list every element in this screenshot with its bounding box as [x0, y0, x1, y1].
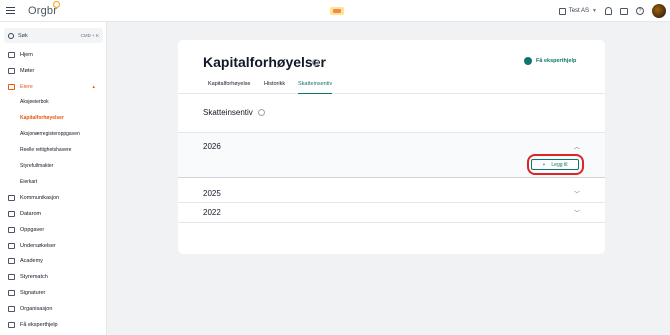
sidebar-item-moter[interactable]: Møter — [0, 65, 107, 77]
sidebar-item-label: Undersøkelser — [20, 243, 56, 249]
chevron-up-icon: ▴ — [92, 84, 95, 90]
search-input[interactable]: Søk CMD + K — [4, 28, 103, 43]
building-icon — [558, 7, 566, 15]
chevron-down-icon: ﹀ — [573, 192, 580, 198]
sidebar-item-label: Kommunikasjon — [20, 195, 60, 201]
sidebar-item-label: Signaturer — [20, 290, 46, 296]
sidebar-sub-aksjeeierbok[interactable]: Aksjeeierbok — [20, 97, 49, 107]
highlight-outline — [527, 154, 584, 175]
sidebar-item-styrematch[interactable]: Styrematch — [0, 271, 107, 283]
sidebar-sub-styrefullmakter[interactable]: Styrefullmakter — [20, 161, 53, 171]
sidebar-sub-aksjonaerregisteroppgaven[interactable]: Aksjonærregisteroppgaven — [20, 129, 80, 139]
sidebar-item-organisasjon[interactable]: Organisasjon — [0, 303, 107, 315]
year-label[interactable]: 2026 — [203, 142, 221, 151]
sidebar: Søk CMD + K Hjem Møter Eiere ▴ Aksjeeierb… — [0, 22, 107, 335]
sidebar-item-label: Organisasjon — [20, 306, 53, 312]
page-title: Kapitalforhøyelser — [203, 54, 326, 70]
year-panel-2025[interactable]: 2025 ﹀ — [178, 184, 605, 203]
expert-help-link[interactable]: Få eksperthjelp — [524, 57, 576, 65]
sidebar-item-datarom[interactable]: Datarom — [0, 208, 107, 220]
avatar[interactable] — [652, 4, 666, 18]
sidebar-item-academy[interactable]: Academy — [0, 255, 107, 267]
chat-icon[interactable] — [620, 7, 628, 15]
signature-icon — [8, 290, 15, 296]
sidebar-item-eiere[interactable]: Eiere ▴ — [0, 81, 107, 93]
tab-bar: Kapitalforhøyelse Historikk Skatteinsent… — [178, 78, 605, 94]
users-icon — [8, 84, 15, 90]
sidebar-item-label: Academy — [20, 258, 43, 264]
caret-down-icon: ▼ — [592, 8, 597, 14]
sidebar-sub-kapitalforhoyelser[interactable]: Kapitalforhøyelser — [20, 113, 64, 123]
sidebar-item-label: Hjem — [20, 52, 33, 58]
top-bar: Orgbr Test AS ▼ ? — [0, 0, 670, 22]
year-panel-2026: 2026 ︿ + Legg til — [178, 132, 605, 178]
sidebar-item-signaturer[interactable]: Signaturer — [0, 287, 107, 299]
sidebar-item-kommunikasjon[interactable]: Kommunikasjon — [0, 192, 107, 204]
sidebar-sub-reelle-rettighetshavere[interactable]: Reelle rettighetshavere — [20, 145, 71, 155]
bell-icon[interactable] — [605, 7, 612, 15]
sidebar-item-hjem[interactable]: Hjem — [0, 49, 107, 61]
sidebar-item-eksperthjelp[interactable]: Få eksperthjelp — [0, 319, 107, 331]
location-pin-icon — [524, 57, 532, 65]
section-title: Skatteinsentiv — [203, 108, 253, 117]
company-name: Test AS — [568, 8, 590, 14]
tab-kapitalforhoyelse[interactable]: Kapitalforhøyelse — [208, 81, 251, 94]
tab-skatteinsentiv[interactable]: Skatteinsentiv — [298, 81, 333, 94]
year-panel-2022[interactable]: 2022 ﹀ — [178, 204, 605, 223]
company-switcher[interactable]: Test AS ▼ — [558, 7, 597, 15]
gavel-icon — [8, 68, 15, 74]
survey-icon — [8, 243, 15, 249]
chevron-down-icon: ﹀ — [573, 211, 580, 217]
logo[interactable]: Orgbr — [28, 0, 61, 17]
search-placeholder: Søk — [18, 32, 28, 39]
sidebar-sub-eierkart[interactable]: Eierkart — [20, 177, 37, 187]
message-icon — [8, 195, 15, 201]
chevron-up-icon[interactable]: ︿ — [574, 142, 580, 151]
year-label: 2025 — [203, 189, 221, 198]
sidebar-item-undersokelser[interactable]: Undersøkelser — [0, 240, 107, 252]
help-icon[interactable] — [258, 109, 265, 116]
tab-historikk[interactable]: Historikk — [264, 81, 285, 94]
building-icon — [8, 306, 15, 312]
location-pin-icon — [8, 322, 15, 328]
home-icon — [8, 52, 15, 58]
search-icon — [8, 32, 14, 39]
search-shortcut: CMD + K — [80, 33, 99, 38]
sidebar-item-label: Møter — [20, 68, 35, 74]
checklist-icon — [8, 227, 15, 233]
main-card: Kapitalforhøyelser Få eksperthjelp Kapit… — [178, 40, 605, 254]
help-icon[interactable] — [312, 59, 319, 66]
sidebar-item-oppgaver[interactable]: Oppgaver — [0, 224, 107, 236]
sidebar-item-label: Få eksperthjelp — [20, 322, 58, 328]
menu-icon[interactable] — [6, 7, 24, 14]
sidebar-item-label: Datarom — [20, 211, 42, 217]
sidebar-item-label: Oppgaver — [20, 227, 45, 233]
year-label: 2022 — [203, 208, 221, 217]
folder-icon — [8, 211, 15, 217]
expert-help-label: Få eksperthjelp — [536, 58, 577, 64]
sidebar-item-label: Styrematch — [20, 274, 48, 280]
logo-mark-icon — [53, 0, 61, 8]
help-icon[interactable]: ? — [636, 7, 644, 15]
flag-icon — [330, 7, 344, 15]
toggle-icon — [8, 274, 15, 280]
graduation-cap-icon — [8, 258, 15, 264]
sidebar-item-label: Eiere — [20, 84, 33, 90]
